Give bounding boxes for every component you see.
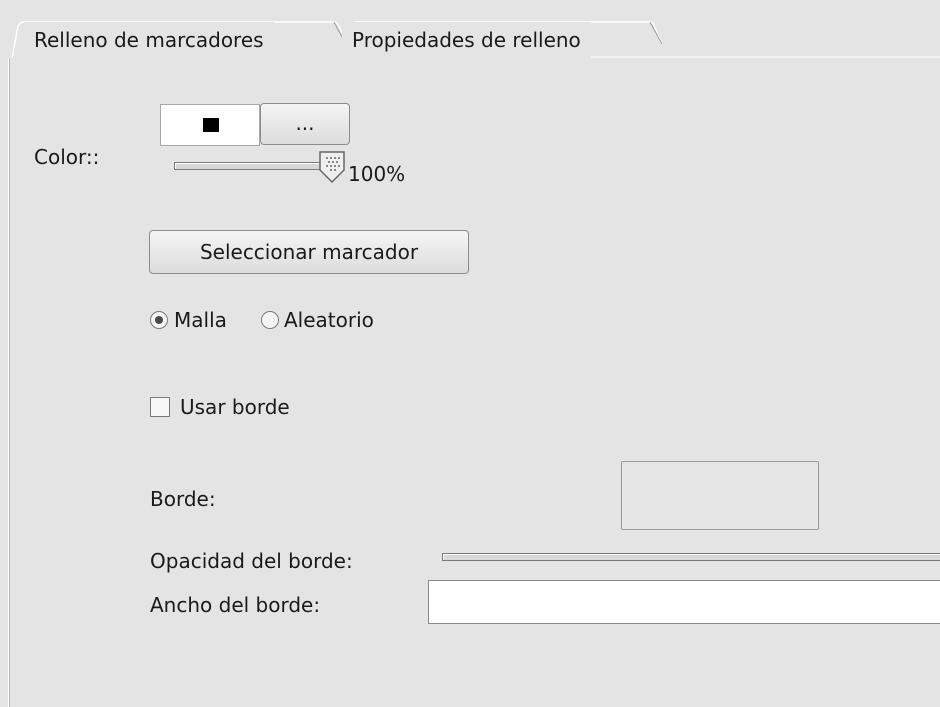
color-opacity-value: 100% [348, 162, 406, 186]
color-swatch-fill [203, 118, 219, 132]
radio-malla-label[interactable]: Malla [174, 308, 227, 332]
radio-selected-dot [155, 316, 163, 324]
color-opacity-slider[interactable] [174, 162, 326, 170]
color-picker-button[interactable]: ... [260, 103, 350, 145]
panel-border-shadow [9, 58, 10, 707]
border-width-input[interactable] [428, 580, 940, 624]
color-swatch[interactable] [160, 104, 260, 146]
radio-aleatorio-label[interactable]: Aleatorio [284, 308, 374, 332]
color-label: Color:: [34, 145, 100, 169]
border-width-label: Ancho del borde: [150, 593, 321, 617]
select-marker-button[interactable]: Seleccionar marcador [149, 230, 469, 274]
tab-label: Relleno de marcadores [34, 28, 264, 52]
color-picker-button-label: ... [295, 111, 315, 135]
border-color-label: Borde: [150, 487, 216, 511]
border-opacity-slider[interactable] [442, 553, 940, 561]
slider-handle-icon[interactable] [316, 150, 352, 184]
border-opacity-label: Opacidad del borde: [150, 549, 353, 573]
tab-propiedades-relleno[interactable]: Propiedades de relleno [342, 22, 591, 58]
tab-label: Propiedades de relleno [352, 28, 581, 52]
tab-relleno-marcadores[interactable]: Relleno de marcadores [24, 22, 274, 58]
border-color-button[interactable] [621, 461, 819, 530]
radio-malla[interactable] [150, 311, 168, 329]
use-border-label[interactable]: Usar borde [180, 395, 290, 419]
tab-bar: Relleno de marcadores Propiedades de rel… [0, 8, 940, 58]
radio-aleatorio[interactable] [261, 311, 279, 329]
use-border-checkbox[interactable] [150, 397, 170, 417]
select-marker-button-label: Seleccionar marcador [199, 240, 419, 264]
